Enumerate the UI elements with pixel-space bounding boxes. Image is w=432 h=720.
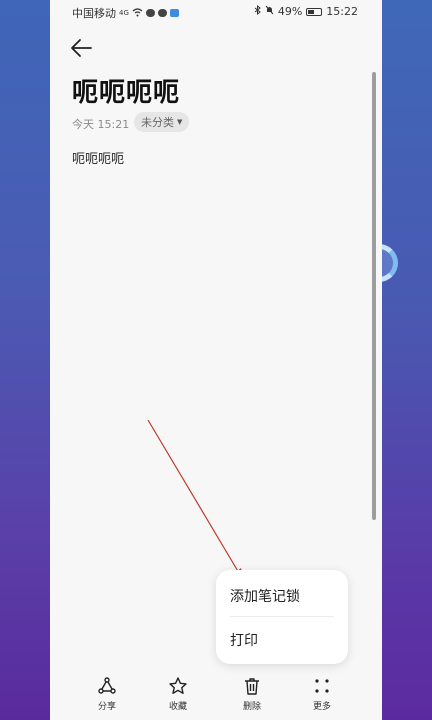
favorite-label: 收藏 [168, 702, 187, 712]
note-timestamp: 今天 15:21 [72, 118, 130, 131]
more-options-menu: 添加笔记锁 打印 [216, 570, 348, 664]
background-strip [382, 0, 432, 720]
notes-screen: 中国移动 4G 49% 15:22 呃呃呃呃 今天 15:21 未分类 ▼ 呃呃… [50, 0, 382, 720]
category-label: 未分类 [141, 116, 174, 129]
wifi-icon [132, 7, 143, 20]
more-label: 更多 [312, 702, 331, 712]
share-label: 分享 [97, 702, 116, 712]
battery-percent: 49% [277, 5, 303, 18]
share-icon [98, 677, 116, 694]
trash-icon [245, 678, 259, 695]
star-icon [169, 677, 187, 694]
chat-icon [157, 9, 167, 17]
mute-icon [265, 5, 274, 18]
more-button[interactable]: 更多 [302, 676, 342, 712]
carrier-label: 中国移动 [72, 7, 116, 20]
bottom-toolbar: 分享 收藏 删除 更多 [50, 668, 382, 720]
scrollbar[interactable] [372, 72, 376, 520]
status-bar: 中国移动 4G 49% 15:22 [50, 0, 382, 26]
note-body[interactable]: 呃呃呃呃 [72, 148, 124, 167]
bluetooth-icon [254, 4, 261, 18]
menu-item-print[interactable]: 打印 [230, 630, 258, 650]
back-arrow-icon[interactable] [70, 37, 94, 59]
battery-icon [306, 7, 323, 16]
more-dots-icon [315, 679, 329, 693]
delete-button[interactable]: 删除 [232, 676, 272, 712]
caret-down-icon: ▼ [177, 118, 183, 126]
category-dropdown[interactable]: 未分类 ▼ [134, 112, 190, 132]
menu-item-add-note-lock[interactable]: 添加笔记锁 [230, 586, 300, 606]
network-label: 4G [119, 9, 129, 17]
note-title[interactable]: 呃呃呃呃 [72, 72, 180, 109]
chat-icon [145, 9, 155, 17]
menu-divider [230, 616, 334, 617]
share-button[interactable]: 分享 [87, 676, 127, 712]
favorite-button[interactable]: 收藏 [158, 676, 198, 712]
clock: 15:22 [326, 5, 358, 18]
delete-label: 删除 [242, 702, 261, 712]
app-notification-icon [169, 9, 179, 17]
